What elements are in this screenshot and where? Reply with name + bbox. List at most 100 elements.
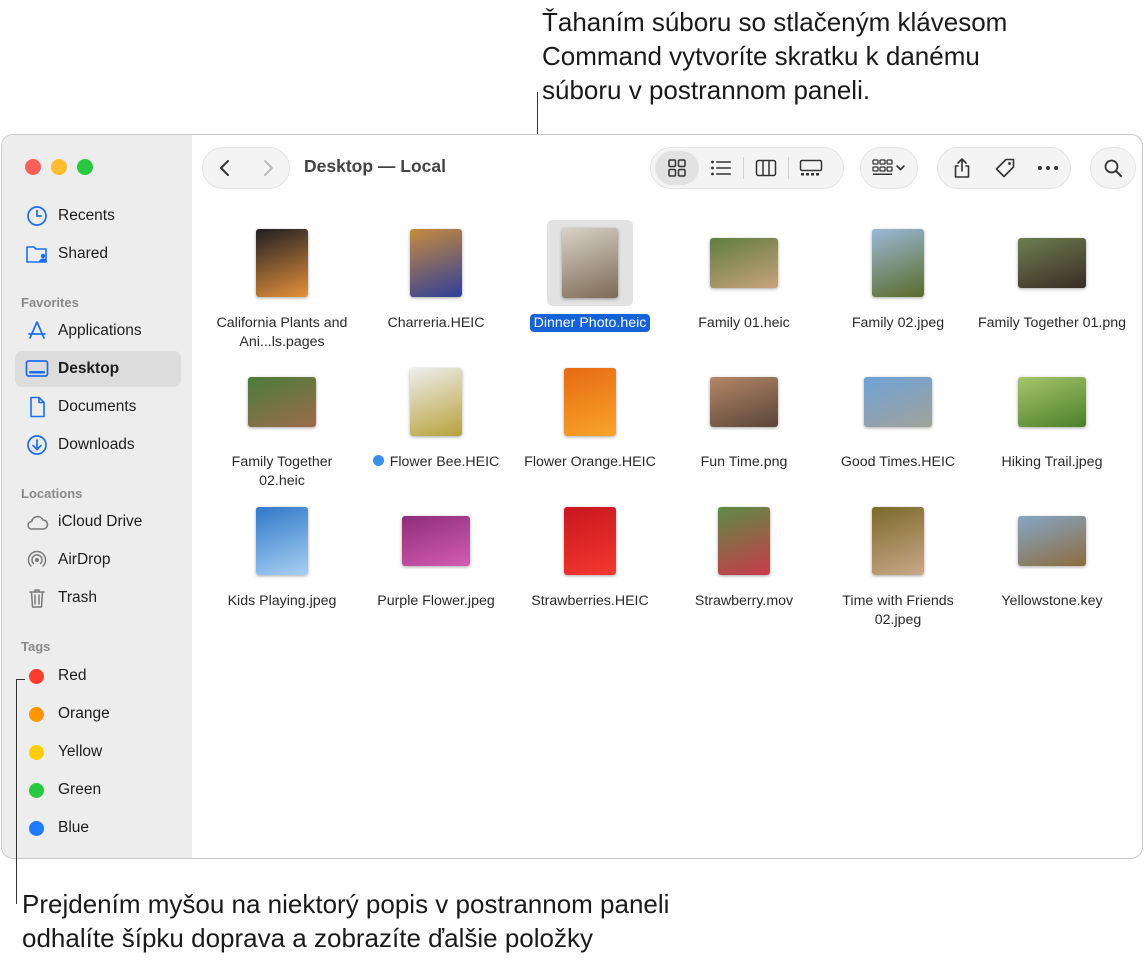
search-icon xyxy=(1104,159,1122,177)
sidebar-item-airdrop[interactable]: AirDrop xyxy=(15,542,181,578)
sidebar-item-label: Blue xyxy=(58,819,90,836)
file-item[interactable]: Fun Time.png xyxy=(670,359,818,472)
sidebar-tag-orange[interactable]: Orange xyxy=(15,696,181,732)
file-item[interactable]: Dinner Photo.heic xyxy=(516,220,664,333)
gallery-view-button[interactable] xyxy=(789,151,833,185)
group-by-icon xyxy=(872,159,905,175)
file-item[interactable]: Purple Flower.jpeg xyxy=(362,498,510,611)
file-thumbnail[interactable] xyxy=(547,359,633,445)
yellow-tag-icon xyxy=(29,744,44,760)
file-name: Flower Orange.HEIC xyxy=(516,453,664,472)
minimize-window-button[interactable] xyxy=(51,159,67,175)
file-thumbnail[interactable] xyxy=(547,498,633,584)
file-name-text: Strawberries.HEIC xyxy=(531,593,649,609)
file-thumbnail[interactable] xyxy=(1009,220,1095,306)
file-thumbnail[interactable] xyxy=(701,220,787,306)
file-name: Strawberries.HEIC xyxy=(516,592,664,611)
file-thumbnail[interactable] xyxy=(393,359,479,445)
sidebar-item-recents[interactable]: Recents xyxy=(15,198,181,234)
sidebar-item-label: Orange xyxy=(58,705,110,722)
file-thumbnail[interactable] xyxy=(701,359,787,445)
columns-icon xyxy=(755,159,777,177)
file-item[interactable]: Strawberry.mov xyxy=(670,498,818,611)
file-thumbnail[interactable] xyxy=(393,220,479,306)
file-thumbnail[interactable] xyxy=(701,498,787,584)
file-item[interactable]: Family Together 01.png xyxy=(978,220,1126,333)
ellipsis-icon xyxy=(1038,166,1059,170)
file-thumbnail[interactable] xyxy=(239,359,325,445)
group-button[interactable] xyxy=(860,147,918,189)
file-item[interactable]: Kids Playing.jpeg xyxy=(208,498,356,611)
file-thumbnail[interactable] xyxy=(855,498,941,584)
file-thumbnail-image xyxy=(402,516,470,566)
file-item[interactable]: Family 01.heic xyxy=(670,220,818,333)
sidebar-item-label: Trash xyxy=(58,589,98,606)
file-item[interactable]: California Plants and Ani...ls.pages xyxy=(208,220,356,352)
file-thumbnail[interactable] xyxy=(547,220,633,306)
file-name: Fun Time.png xyxy=(670,453,818,472)
file-name: Yellowstone.key xyxy=(978,592,1126,611)
actions-pill xyxy=(937,147,1071,189)
callout-top-line: súboru v postrannom paneli. xyxy=(542,75,871,105)
sidebar-item-trash[interactable]: Trash xyxy=(15,580,181,616)
file-item[interactable]: Yellowstone.key xyxy=(978,498,1126,611)
sidebar-tag-green[interactable]: Green xyxy=(15,772,181,808)
applications-icon xyxy=(25,319,49,343)
file-name: California Plants and Ani...ls.pages xyxy=(208,314,356,352)
file-name-text: California Plants and Ani...ls.pages xyxy=(216,315,348,350)
file-name: Charreria.HEIC xyxy=(362,314,510,333)
file-thumbnail[interactable] xyxy=(1009,359,1095,445)
sidebar-item-desktop[interactable]: Desktop xyxy=(15,351,181,387)
file-item[interactable]: Hiking Trail.jpeg xyxy=(978,359,1126,472)
icon-view-button[interactable] xyxy=(655,151,699,185)
green-tag-icon xyxy=(29,782,44,798)
share-button[interactable] xyxy=(940,151,983,185)
file-thumbnail[interactable] xyxy=(855,220,941,306)
file-item[interactable]: Family Together 02.heic xyxy=(208,359,356,491)
file-name-text: Strawberry.mov xyxy=(694,593,794,609)
file-name-text: Family 02.jpeg xyxy=(851,315,945,331)
file-item[interactable]: Time with Friends 02.jpeg xyxy=(824,498,972,630)
sidebar-item-icloud-drive[interactable]: iCloud Drive xyxy=(15,504,181,540)
file-thumbnail[interactable] xyxy=(393,498,479,584)
file-item[interactable]: Flower Bee.HEIC xyxy=(362,359,510,472)
file-thumbnail-image xyxy=(564,368,616,436)
file-name-text: Flower Bee.HEIC xyxy=(389,454,500,470)
forward-button[interactable] xyxy=(246,151,289,185)
sidebar-item-applications[interactable]: Applications xyxy=(15,313,181,349)
sidebar-tag-blue[interactable]: Blue xyxy=(15,810,181,846)
file-item[interactable]: Strawberries.HEIC xyxy=(516,498,664,611)
list-view-button[interactable] xyxy=(699,151,743,185)
file-thumbnail[interactable] xyxy=(855,359,941,445)
sidebar-tag-yellow[interactable]: Yellow xyxy=(15,734,181,770)
zoom-window-button[interactable] xyxy=(77,159,93,175)
sidebar-item-downloads[interactable]: Downloads xyxy=(15,427,181,463)
file-thumbnail-image xyxy=(710,238,778,288)
file-name-text: Hiking Trail.jpeg xyxy=(1001,454,1103,470)
file-item[interactable]: Good Times.HEIC xyxy=(824,359,972,472)
sidebar-tag-red[interactable]: Red xyxy=(15,658,181,694)
search-button[interactable] xyxy=(1090,147,1136,189)
more-button[interactable] xyxy=(1027,151,1070,185)
file-thumbnail[interactable] xyxy=(1009,498,1095,584)
file-item[interactable]: Family 02.jpeg xyxy=(824,220,972,333)
callout-bottom-line: Prejdením myšou na niektorý popis v post… xyxy=(22,889,670,919)
sidebar-item-shared[interactable]: Shared xyxy=(15,236,181,272)
tag-button[interactable] xyxy=(983,151,1026,185)
clock-icon xyxy=(25,204,49,228)
close-window-button[interactable] xyxy=(25,159,41,175)
file-name-text: Good Times.HEIC xyxy=(840,454,956,470)
file-item[interactable]: Flower Orange.HEIC xyxy=(516,359,664,472)
blue-tag-icon xyxy=(29,820,44,836)
file-item[interactable]: Charreria.HEIC xyxy=(362,220,510,333)
column-view-button[interactable] xyxy=(744,151,788,185)
file-thumbnail-image xyxy=(1018,238,1086,288)
file-thumbnail-image xyxy=(562,228,618,298)
file-thumbnail[interactable] xyxy=(239,498,325,584)
navigation-pill xyxy=(202,147,290,189)
sidebar-item-label: AirDrop xyxy=(58,551,111,568)
sidebar-item-documents[interactable]: Documents xyxy=(15,389,181,425)
back-button[interactable] xyxy=(203,151,246,185)
file-name: Strawberry.mov xyxy=(670,592,818,611)
file-thumbnail[interactable] xyxy=(239,220,325,306)
